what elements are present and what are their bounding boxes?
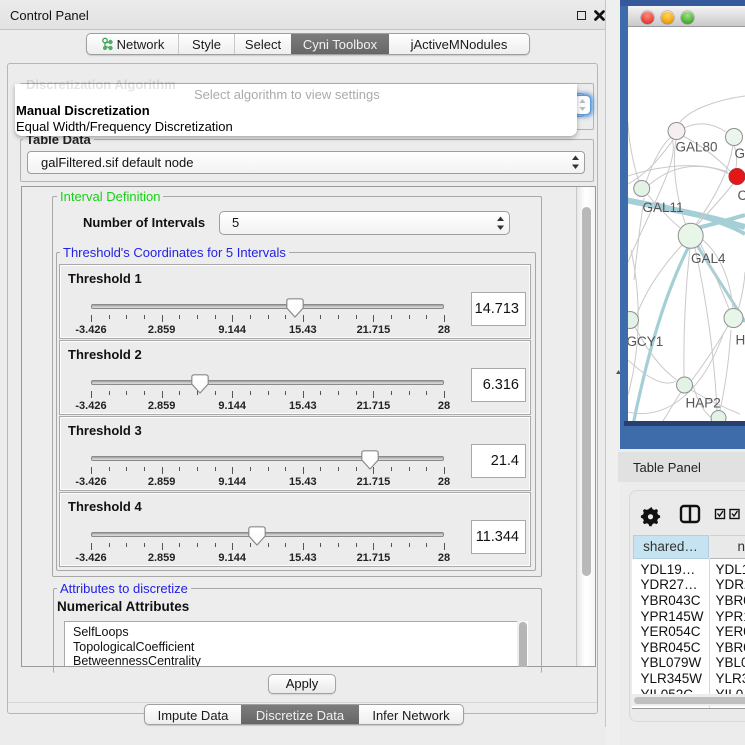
svg-text:GAL: GAL (735, 146, 745, 161)
svg-text:GAL11: GAL11 (643, 200, 684, 215)
svg-text:HAP2: HAP2 (686, 396, 721, 411)
svg-text:GCY1: GCY1 (628, 334, 663, 349)
svg-text:GAL80: GAL80 (676, 140, 718, 155)
svg-text:HA: HA (736, 333, 745, 348)
svg-text:GAL4: GAL4 (691, 251, 726, 266)
svg-text:CR: CR (738, 188, 745, 203)
